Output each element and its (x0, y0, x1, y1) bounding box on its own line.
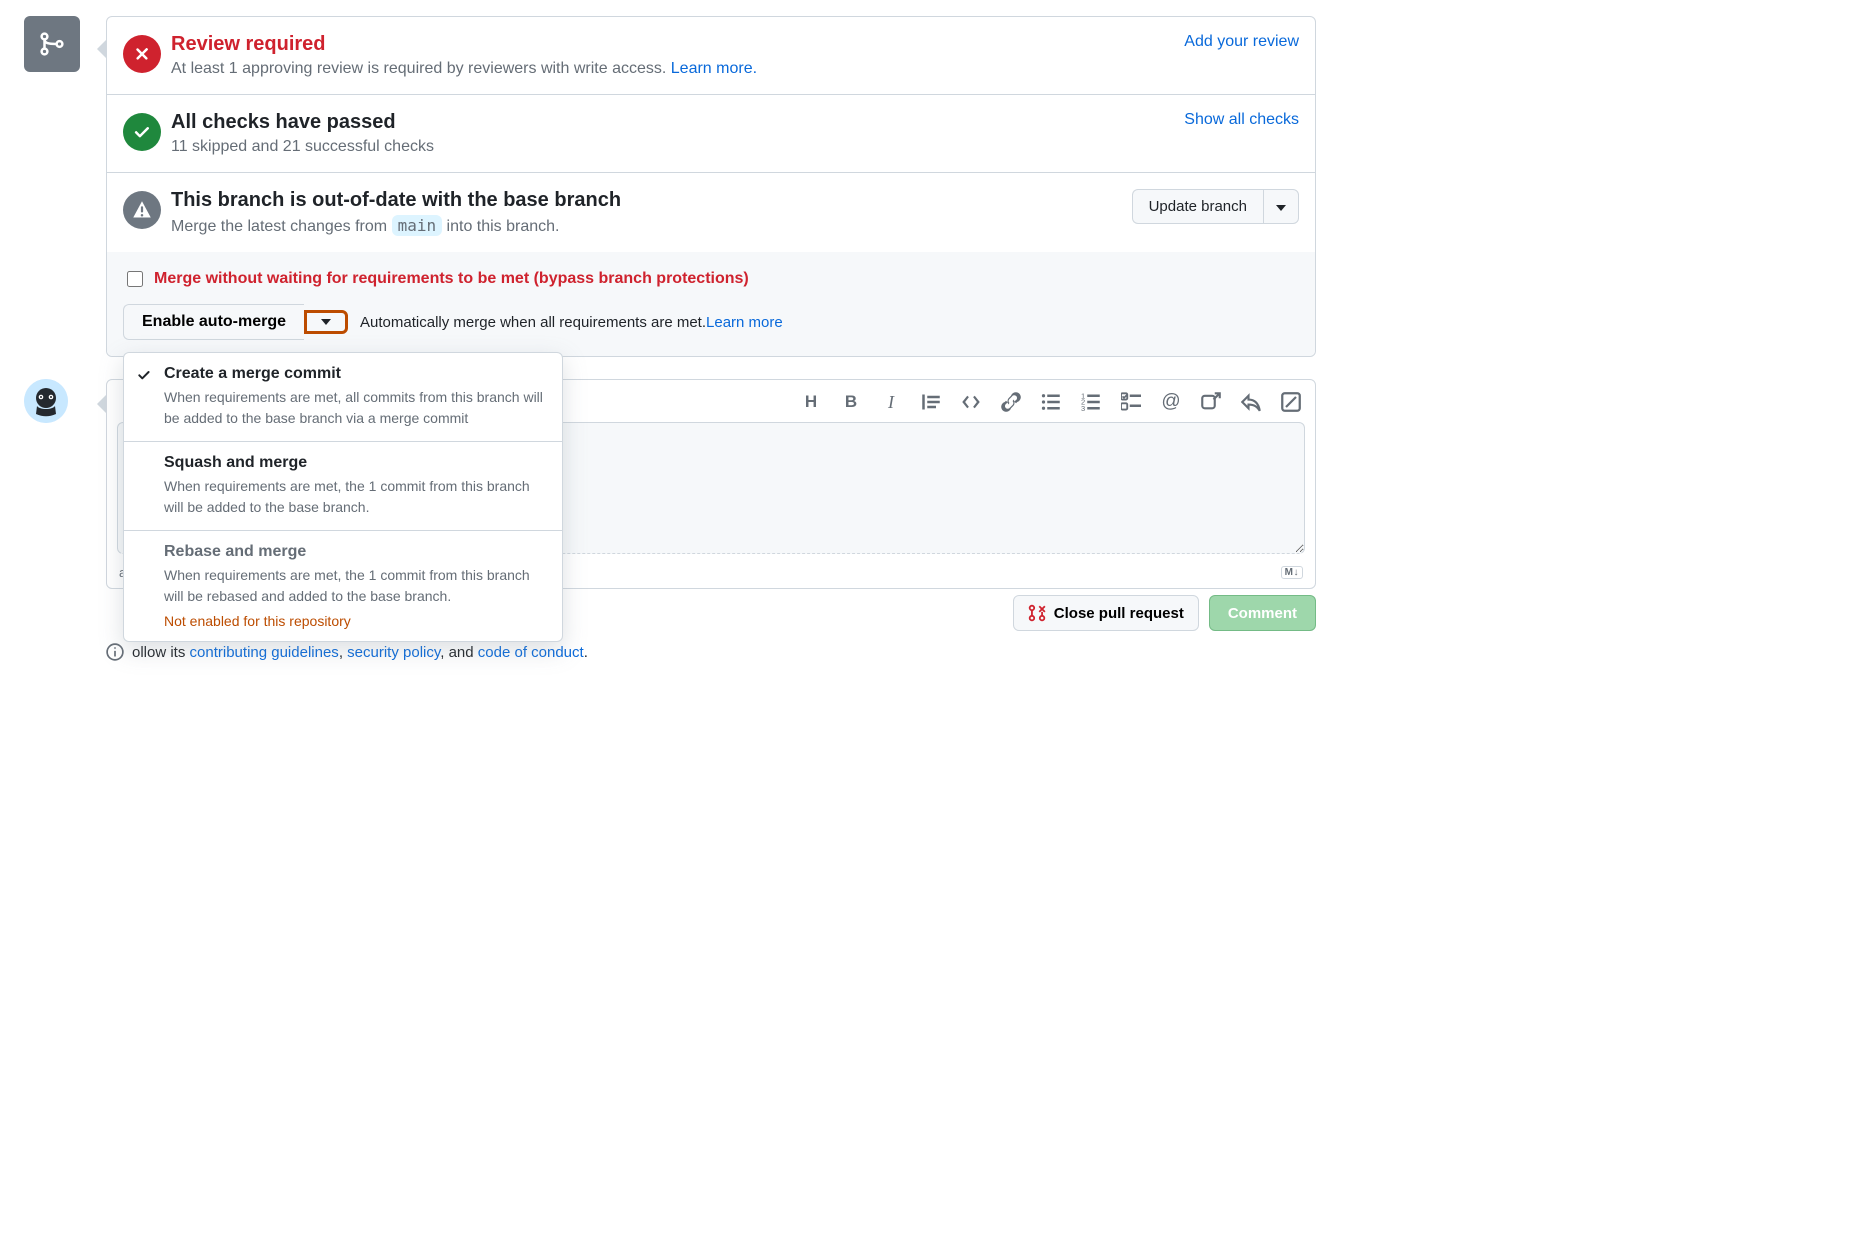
outofdate-row: This branch is out-of-date with the base… (107, 173, 1315, 252)
update-branch-caret[interactable] (1263, 189, 1299, 224)
contributing-footer: ollow its contributing guidelines, secur… (106, 643, 1316, 661)
contributing-guidelines-link[interactable]: contributing guidelines (190, 644, 339, 661)
avatar (24, 379, 68, 423)
cross-reference-icon[interactable] (1201, 392, 1221, 412)
show-checks-link[interactable]: Show all checks (1184, 111, 1299, 129)
close-pr-button[interactable]: Close pull request (1013, 595, 1199, 631)
update-branch-button[interactable]: Update branch (1132, 189, 1263, 224)
markdown-badge[interactable]: M↓ (1281, 566, 1303, 579)
check-icon (136, 367, 152, 383)
mention-icon[interactable]: @ (1161, 392, 1181, 412)
security-policy-link[interactable]: security policy (347, 644, 440, 661)
ordered-list-icon[interactable]: 123 (1081, 392, 1101, 412)
checks-row: All checks have passed 11 skipped and 21… (107, 95, 1315, 173)
caret-down-icon (321, 319, 331, 325)
review-required-row: Review required At least 1 approving rev… (107, 17, 1315, 95)
comment-button[interactable]: Comment (1209, 595, 1316, 631)
checks-title: All checks have passed (171, 111, 1299, 134)
merge-status-panel: Review required At least 1 approving rev… (106, 16, 1316, 357)
merge-footer: Merge without waiting for requirements t… (107, 252, 1315, 356)
update-branch-group: Update branch (1132, 189, 1299, 224)
add-review-link[interactable]: Add your review (1184, 33, 1299, 51)
merge-method-dropdown: Create a merge commit When requirements … (123, 352, 563, 642)
unordered-list-icon[interactable] (1041, 392, 1061, 412)
link-icon[interactable] (1001, 392, 1021, 412)
outofdate-subtitle: Merge the latest changes from main into … (171, 216, 1299, 236)
branch-badge: main (392, 215, 443, 236)
merge-icon (24, 16, 80, 72)
info-icon (106, 643, 124, 661)
enable-automerge-button[interactable]: Enable auto-merge (123, 304, 304, 340)
merge-option-rebase[interactable]: Rebase and merge When requirements are m… (124, 531, 562, 641)
merge-option-squash[interactable]: Squash and merge When requirements are m… (124, 442, 562, 531)
automerge-row: Enable auto-merge Automatically merge wh… (123, 304, 1299, 340)
outofdate-title: This branch is out-of-date with the base… (171, 189, 1299, 212)
tasklist-icon[interactable] (1121, 392, 1141, 412)
code-of-conduct-link[interactable]: code of conduct (478, 644, 584, 661)
svg-text:3: 3 (1081, 404, 1085, 412)
learn-more-link[interactable]: Learn more. (671, 60, 757, 77)
bypass-checkbox[interactable] (127, 271, 143, 287)
automerge-caret-button[interactable] (304, 310, 348, 334)
x-circle-icon (123, 35, 161, 73)
merge-option-create-commit[interactable]: Create a merge commit When requirements … (124, 353, 562, 442)
italic-icon[interactable]: I (881, 392, 901, 412)
check-circle-icon (123, 113, 161, 151)
automerge-learn-more-link[interactable]: Learn more (706, 314, 783, 331)
square-icon[interactable] (1281, 392, 1301, 412)
quote-icon[interactable] (921, 392, 941, 412)
review-subtitle: At least 1 approving review is required … (171, 60, 1299, 78)
checks-subtitle: 11 skipped and 21 successful checks (171, 138, 1299, 156)
git-pr-closed-icon (1028, 604, 1046, 622)
code-icon[interactable] (961, 392, 981, 412)
bypass-checkbox-row[interactable]: Merge without waiting for requirements t… (123, 268, 1299, 290)
not-enabled-warning: Not enabled for this repository (164, 613, 546, 629)
heading-icon[interactable]: H (801, 392, 821, 412)
bold-icon[interactable]: B (841, 392, 861, 412)
reply-icon[interactable] (1241, 392, 1261, 412)
bypass-label: Merge without waiting for requirements t… (154, 270, 749, 288)
alert-icon (123, 191, 161, 229)
review-title: Review required (171, 33, 1299, 56)
